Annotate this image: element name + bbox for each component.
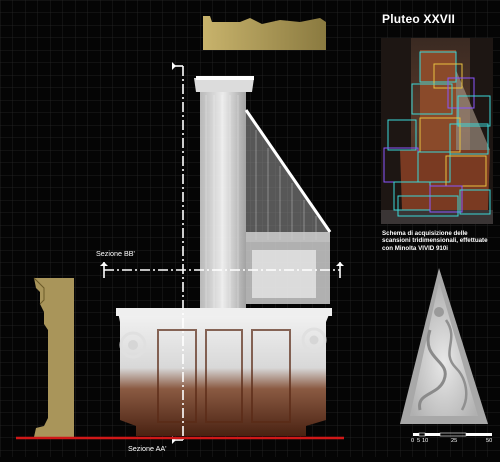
section-bb-label: Sezione BB' [96, 249, 135, 258]
scale-tick-25: 25 [451, 438, 458, 444]
right-volute-core [309, 335, 319, 345]
scale-tick-0: 0 [411, 438, 415, 444]
pillar-capital [194, 78, 254, 92]
pillar-cornice [196, 76, 254, 80]
pulpit-pillar [200, 90, 246, 340]
desk-panel [252, 250, 316, 298]
photo-caption: Schema di acquisizione delle scansioni t… [382, 230, 488, 252]
scale-tick-10: 10 [422, 438, 429, 444]
left-volute-core [128, 340, 138, 350]
scale-tick-5: 5 [417, 438, 421, 444]
cabinet-cornice [116, 308, 332, 316]
section-aa-label: Sezione AA' [128, 444, 167, 453]
scan-photo [381, 38, 493, 224]
scale-tick-50: 50 [486, 438, 493, 444]
drawing-svg [0, 0, 500, 457]
drawing-title: Pluteo XXVII [382, 12, 456, 26]
drawing-canvas: Pluteo XXVII Schema di acquisizione dell… [0, 0, 500, 457]
